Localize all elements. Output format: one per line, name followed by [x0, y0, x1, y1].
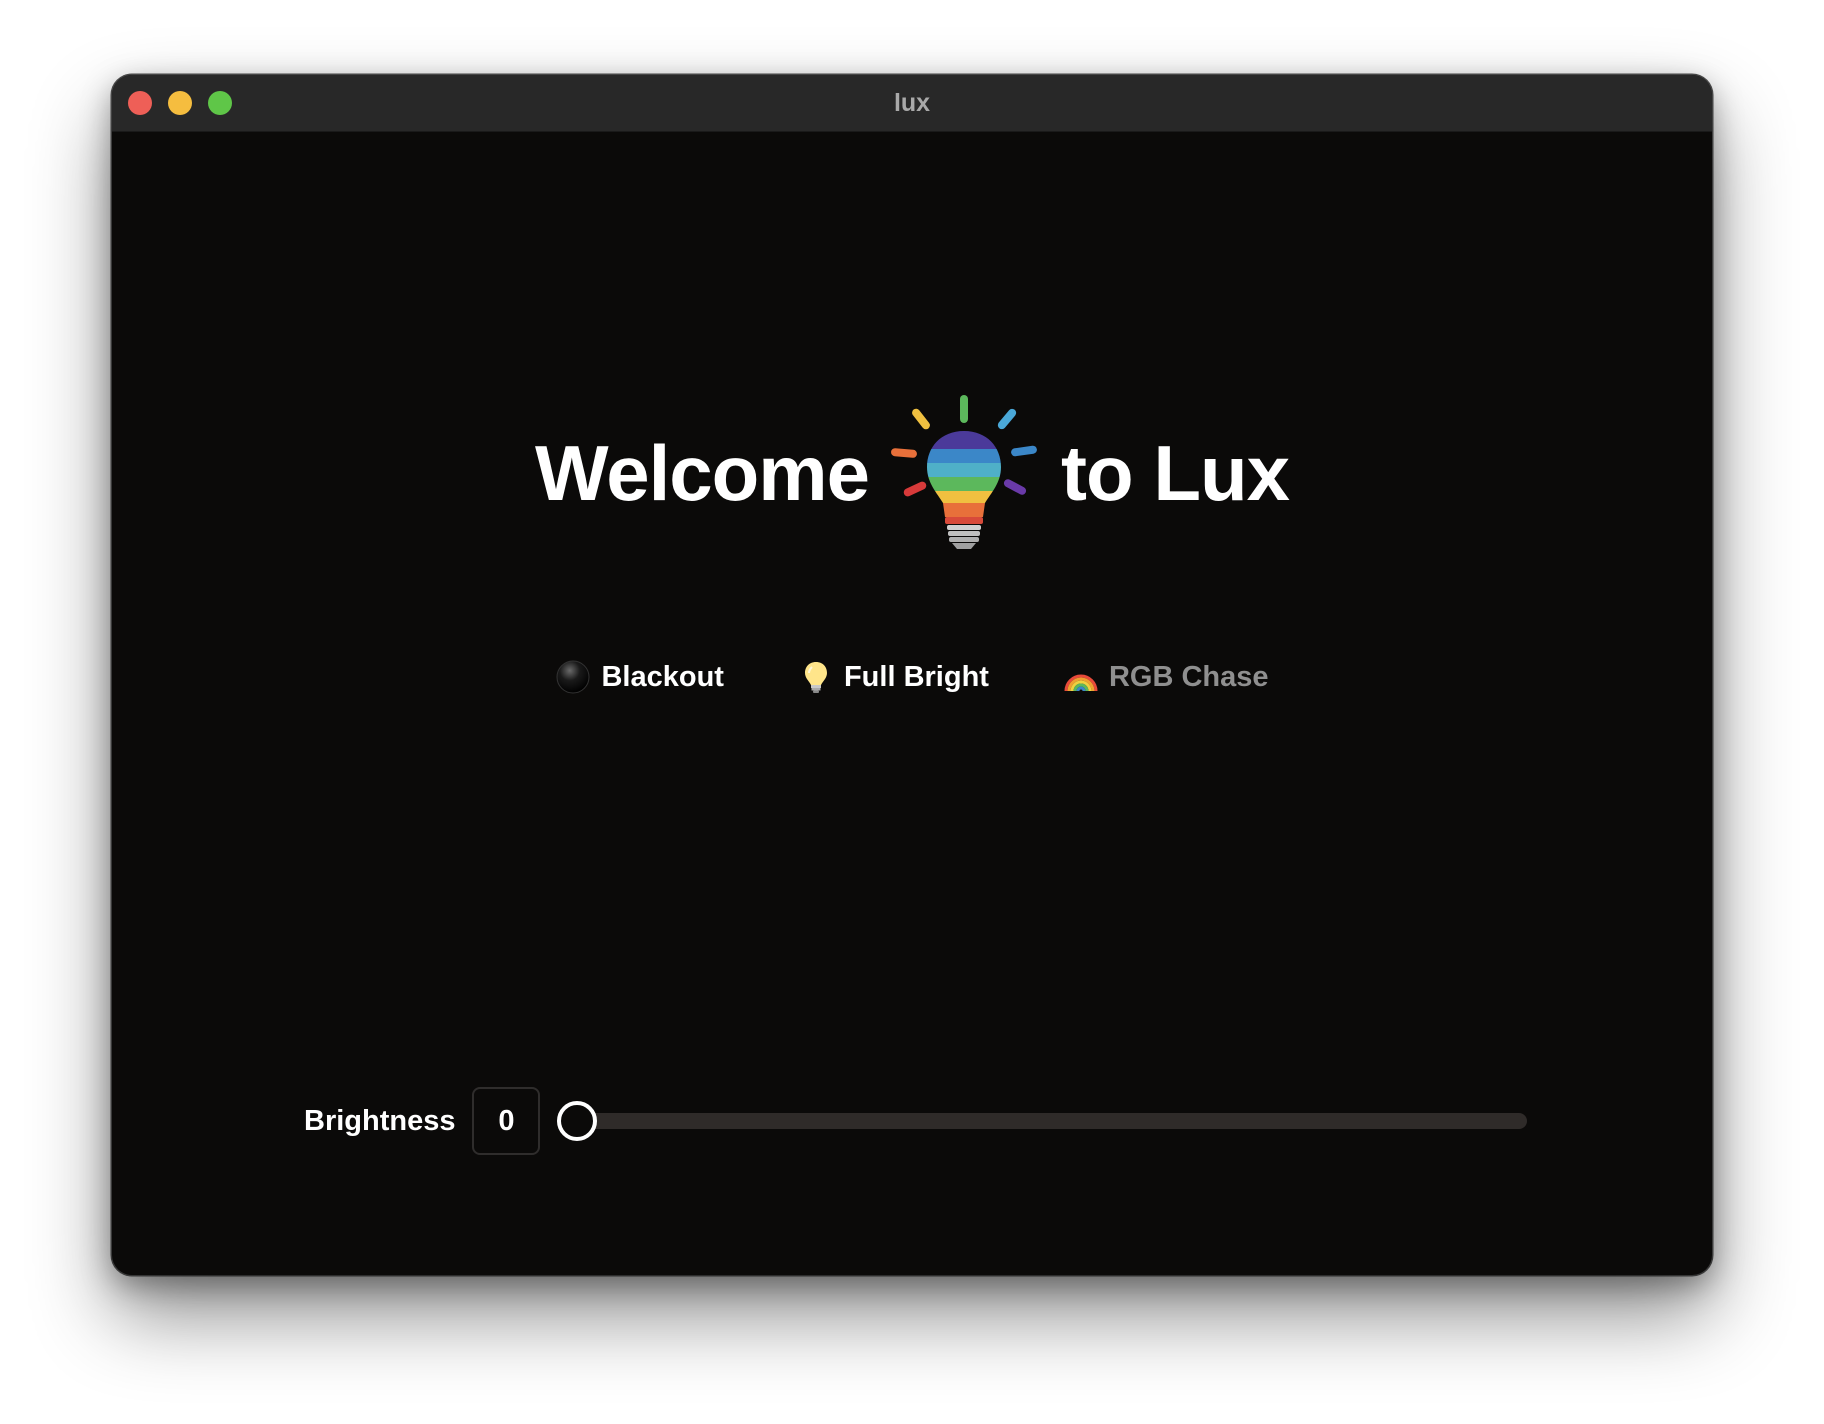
blackout-button[interactable]: Blackout	[555, 659, 724, 695]
welcome-text-after: to Lux	[1061, 428, 1290, 517]
desktop: lux Welcome to Lux Blackout Full Bright …	[0, 0, 1824, 1424]
brightness-slider[interactable]	[557, 1099, 1528, 1143]
rgb-chase-button[interactable]: RGB Chase	[1063, 659, 1269, 695]
title-bar[interactable]: lux	[112, 75, 1712, 132]
rainbow-lightbulb-icon	[891, 395, 1037, 549]
brightness-label: Brightness	[304, 1104, 456, 1137]
scene-actions: Blackout Full Bright RGB Chase	[112, 659, 1712, 695]
welcome-text-before: Welcome	[535, 428, 870, 517]
brightness-value-field[interactable]: 0	[472, 1087, 541, 1155]
welcome-heading: Welcome to Lux	[112, 393, 1712, 553]
main-content: Welcome to Lux Blackout Full Bright RGB …	[112, 131, 1712, 1275]
blackout-label: Blackout	[601, 660, 724, 693]
rgb-chase-label: RGB Chase	[1108, 660, 1269, 693]
brightness-slider-thumb[interactable]	[557, 1101, 598, 1141]
app-window: lux Welcome to Lux Blackout Full Bright …	[112, 75, 1712, 1275]
window-title: lux	[893, 89, 931, 117]
full-bright-button[interactable]: Full Bright	[798, 659, 989, 695]
black-circle-icon	[556, 660, 590, 694]
brightness-control: Brightness 0	[304, 1087, 1528, 1155]
rainbow-icon	[1064, 674, 1098, 692]
full-bright-label: Full Bright	[843, 660, 989, 693]
lightbulb-icon	[804, 662, 827, 693]
brightness-slider-track[interactable]	[557, 1113, 1528, 1129]
